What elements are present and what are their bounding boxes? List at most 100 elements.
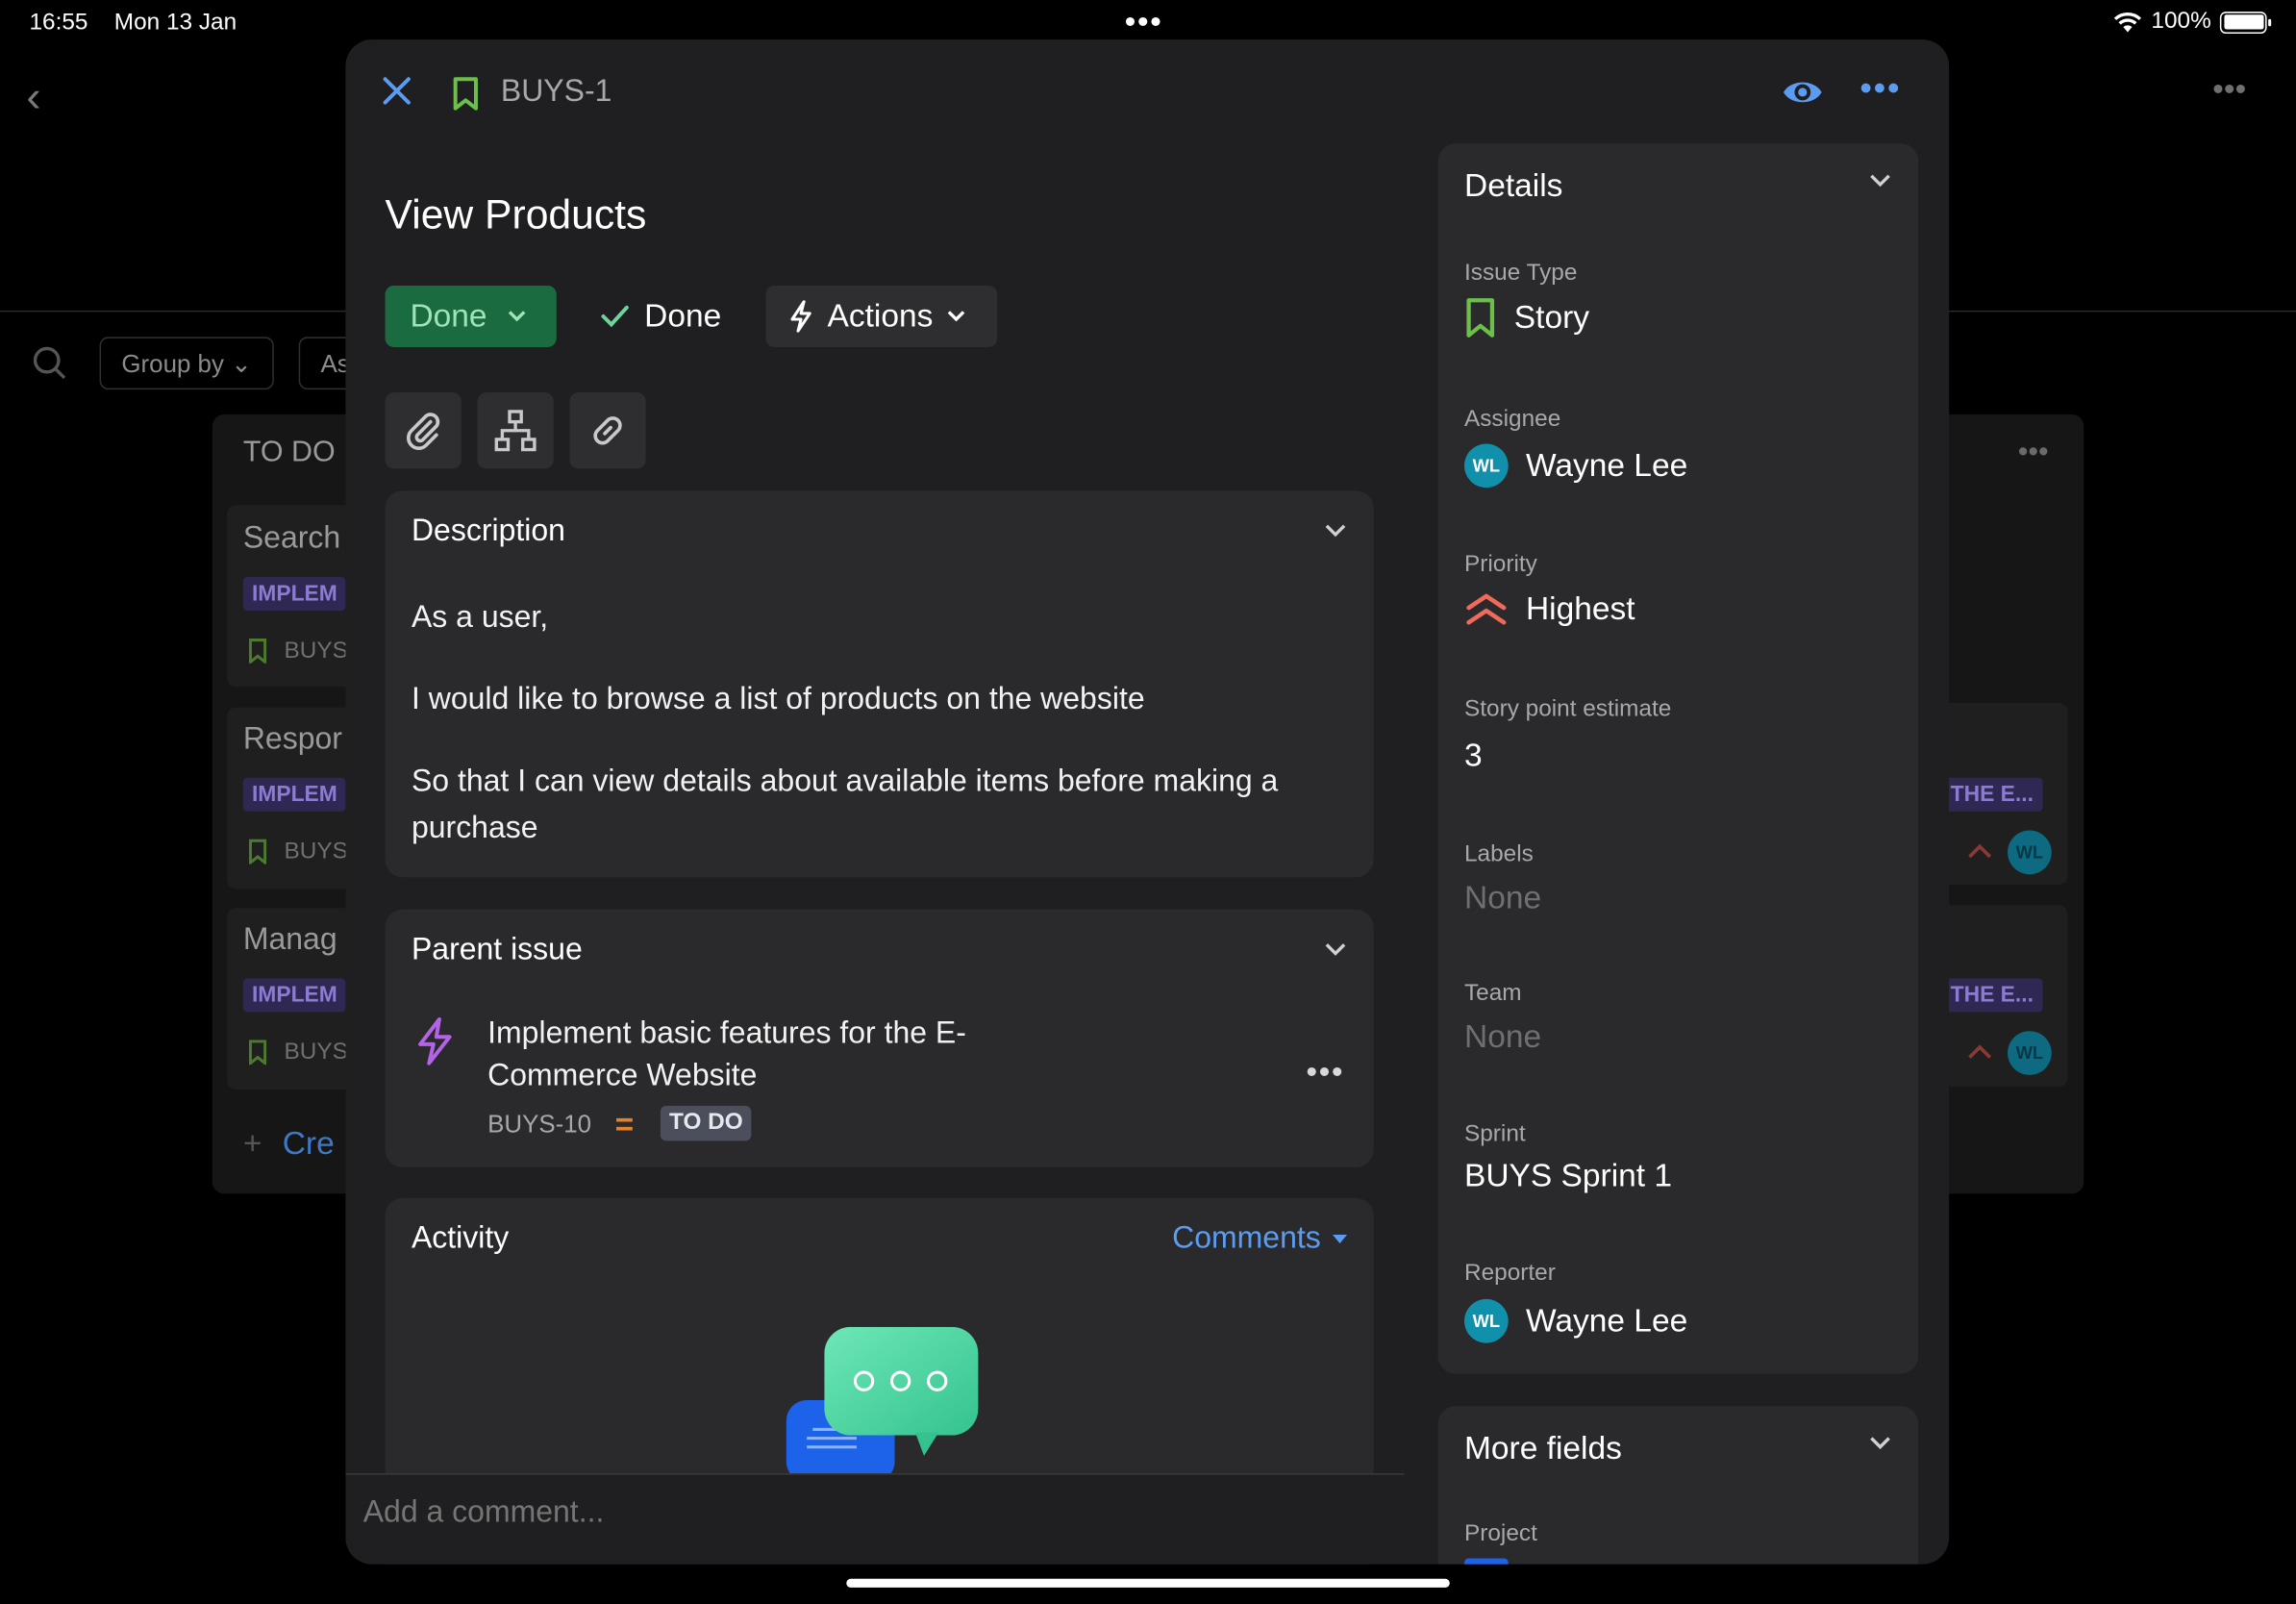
priority-medium-icon: = <box>614 1105 635 1142</box>
priority-high-icon <box>1968 843 1992 859</box>
multitasking-dots-icon[interactable]: ••• <box>1125 3 1163 41</box>
card-epic-right: THE E... <box>1935 777 2043 812</box>
wifi-icon <box>2113 12 2142 32</box>
details-heading: Details <box>1464 166 1563 204</box>
checkmark-icon <box>601 305 629 328</box>
link-icon <box>593 416 622 445</box>
status-time: 16:55 <box>29 10 88 36</box>
more-fields-panel: More fields Project <box>1437 1406 1919 1565</box>
board-search-icon[interactable] <box>33 345 68 381</box>
description-heading: Description <box>411 514 565 548</box>
resolution-done[interactable]: Done <box>600 286 721 347</box>
attach-button[interactable] <box>385 392 462 469</box>
priority-field[interactable]: Highest <box>1464 590 1635 629</box>
caret-down-icon <box>1332 1234 1348 1244</box>
avatar: WL <box>1464 443 1509 489</box>
card-epic: IMPLEM <box>242 777 346 812</box>
hierarchy-icon <box>494 410 537 452</box>
description-panel: Description As a user, I would like to b… <box>385 490 1374 878</box>
story-icon <box>248 1040 267 1065</box>
sprint-label: Sprint <box>1464 1121 1526 1147</box>
board-more-icon[interactable]: ••• <box>2212 70 2246 109</box>
lightning-icon <box>790 300 811 333</box>
status-right: 100% <box>2113 9 2272 35</box>
card-key: BUYS <box>284 1040 348 1065</box>
status-button[interactable]: Done <box>385 285 557 347</box>
empty-comments-illustration <box>786 1326 979 1483</box>
activity-heading: Activity <box>411 1221 510 1256</box>
chevron-down-icon <box>508 311 525 322</box>
column-more-icon[interactable]: ••• <box>2018 437 2049 470</box>
issue-title[interactable]: View Products <box>386 192 647 239</box>
chevron-down-icon[interactable] <box>1324 523 1347 538</box>
priority-label: Priority <box>1464 552 1537 578</box>
close-icon[interactable] <box>381 75 413 108</box>
actions-button[interactable]: Actions <box>765 285 998 347</box>
details-panel: Details Issue Type Story Assignee WL Way… <box>1437 143 1919 1374</box>
project-label: Project <box>1464 1521 1537 1547</box>
story-type-icon <box>1466 298 1495 338</box>
reporter-label: Reporter <box>1464 1261 1556 1287</box>
story-icon <box>248 839 267 865</box>
parent-issue-panel: Parent issue Implement basic features fo… <box>385 909 1374 1167</box>
avatar: WL <box>2008 1031 2052 1075</box>
activity-filter-dropdown[interactable]: Comments <box>1172 1221 1348 1257</box>
card-epic-right: THE E... <box>1935 978 2043 1013</box>
description-line: I would like to browse a list of product… <box>411 682 1145 716</box>
issue-detail-modal: BUYS-1 ••• View Products Done Done Actio… <box>345 39 1950 1565</box>
more-options-icon[interactable]: ••• <box>1859 69 1901 111</box>
issue-type-label: Issue Type <box>1464 261 1578 286</box>
card-key: BUYS <box>284 839 348 865</box>
reporter-field[interactable]: WL Wayne Lee <box>1464 1298 1687 1343</box>
chevron-down-icon[interactable] <box>1868 1436 1891 1450</box>
status-date: Mon 13 Jan <box>113 10 237 36</box>
story-type-icon <box>453 77 478 111</box>
labels-field[interactable]: None <box>1464 879 1541 917</box>
parent-issue-heading: Parent issue <box>411 933 583 967</box>
comment-bar <box>345 1473 1405 1565</box>
group-by-chip[interactable]: Group by ⌄ <box>99 337 274 390</box>
parent-issue-title[interactable]: Implement basic features for the E-Comme… <box>487 1012 1044 1096</box>
description-line: So that I can view details about availab… <box>411 764 1279 845</box>
back-chevron-icon[interactable]: ‹ <box>26 73 40 123</box>
assignee-field[interactable]: WL Wayne Lee <box>1464 443 1687 489</box>
column-title: TO DO <box>242 436 336 469</box>
watch-eye-icon[interactable] <box>1781 75 1825 111</box>
card-title: Manag <box>242 922 337 957</box>
priority-high-icon <box>1968 1044 1992 1059</box>
assignee-label: Assignee <box>1464 407 1561 433</box>
card-epic: IMPLEM <box>242 978 346 1013</box>
battery-icon <box>2219 11 2272 34</box>
more-fields-heading: More fields <box>1464 1429 1622 1466</box>
avatar: WL <box>1464 1298 1509 1343</box>
parent-status-lozenge: TO DO <box>660 1105 752 1141</box>
team-label: Team <box>1464 981 1522 1007</box>
comment-input[interactable] <box>362 1494 1360 1531</box>
issue-key[interactable]: BUYS-1 <box>501 75 612 111</box>
sprint-field[interactable]: BUYS Sprint 1 <box>1464 1157 1672 1195</box>
story-points-label: Story point estimate <box>1464 696 1672 722</box>
parent-more-icon[interactable]: ••• <box>1306 1053 1344 1091</box>
story-icon <box>248 639 267 664</box>
issue-type-field[interactable]: Story <box>1464 297 1589 338</box>
home-indicator[interactable] <box>846 1578 1450 1588</box>
story-points-field[interactable]: 3 <box>1464 737 1483 775</box>
avatar: WL <box>2008 830 2052 875</box>
card-title: Search <box>242 521 341 556</box>
chevron-down-icon <box>947 311 965 322</box>
link-issue-button[interactable] <box>569 392 646 469</box>
team-field[interactable]: None <box>1464 1017 1541 1056</box>
epic-lightning-icon <box>418 1017 452 1065</box>
parent-issue-key: BUYS-10 <box>487 1110 592 1139</box>
paperclip-icon <box>407 413 440 450</box>
child-issues-button[interactable] <box>477 392 554 469</box>
battery-percent: 100% <box>2151 9 2211 35</box>
priority-highest-icon <box>1466 593 1507 625</box>
chevron-down-icon[interactable] <box>1868 173 1891 188</box>
card-key: BUYS <box>284 639 348 664</box>
card-title: Respor <box>242 721 342 756</box>
plus-icon: + <box>242 1124 262 1162</box>
create-issue-button[interactable]: + Cre <box>243 1125 335 1164</box>
chevron-down-icon[interactable] <box>1324 941 1347 956</box>
description-line: As a user, <box>411 600 549 635</box>
